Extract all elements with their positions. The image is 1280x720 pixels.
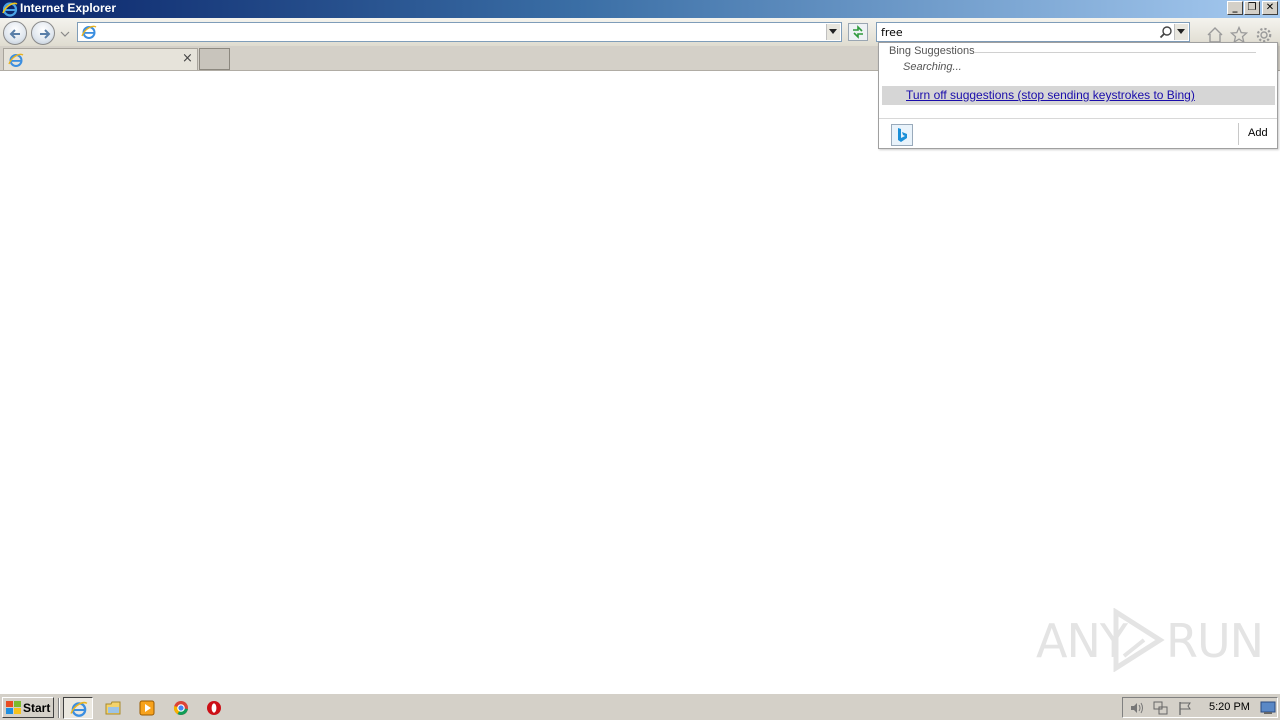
network-icon[interactable] [1153, 700, 1169, 716]
new-tab-button[interactable] [199, 48, 230, 70]
volume-icon[interactable] [1129, 701, 1145, 715]
tab-close-button[interactable]: × [182, 51, 193, 66]
page-favicon-icon [81, 25, 97, 39]
restore-button[interactable]: ❐ [1244, 1, 1260, 15]
chevron-down-icon [829, 29, 837, 34]
minimize-button[interactable]: _ [1227, 1, 1243, 15]
bing-logo-icon [898, 128, 907, 142]
turn-off-suggestions-link[interactable]: Turn off suggestions (stop sending keyst… [906, 88, 1195, 102]
window-title: Internet Explorer [20, 1, 117, 15]
taskbar-file-explorer[interactable] [98, 697, 128, 719]
start-label: Start [23, 701, 51, 715]
action-center-flag-icon[interactable] [1177, 700, 1193, 716]
anyrun-watermark: ANY RUN [1036, 608, 1264, 672]
search-input[interactable] [881, 25, 1151, 40]
clock[interactable]: 5:20 PM [1209, 701, 1250, 713]
opera-icon [207, 701, 221, 715]
header-divider [974, 52, 1256, 53]
folder-icon [105, 701, 121, 715]
close-window-button[interactable]: ✕ [1262, 1, 1278, 15]
search-suggestions-dropdown: Bing Suggestions Searching... Turn off s… [878, 42, 1278, 149]
turn-off-suggestions-row[interactable]: Turn off suggestions (stop sending keyst… [882, 86, 1275, 105]
search-box[interactable] [876, 22, 1190, 42]
title-bar[interactable]: Internet Explorer _ ❐ ✕ [0, 0, 1280, 18]
taskbar: Start 5:20 PM [0, 693, 1280, 720]
add-provider-button[interactable]: Add [1248, 127, 1268, 139]
start-button[interactable]: Start [2, 697, 54, 718]
taskbar-divider [58, 698, 60, 718]
forward-arrow-icon [40, 29, 51, 39]
back-button[interactable] [3, 21, 27, 45]
tab-blank[interactable]: × [3, 48, 198, 70]
suggestions-status: Searching... [903, 61, 962, 73]
play-icon [1113, 608, 1165, 672]
address-bar[interactable] [77, 22, 842, 42]
taskbar-chrome[interactable] [166, 697, 196, 719]
system-tray: 5:20 PM [1122, 697, 1278, 718]
search-icon[interactable] [1159, 25, 1173, 39]
forward-button[interactable] [31, 21, 55, 45]
watermark-text-right: RUN [1166, 614, 1264, 668]
taskbar-media-player[interactable] [132, 697, 162, 719]
search-provider-dropdown[interactable] [1174, 24, 1188, 40]
suggestions-header: Bing Suggestions [889, 45, 975, 57]
chevron-down-icon [1177, 29, 1185, 34]
media-player-icon [139, 700, 155, 716]
refresh-button[interactable] [848, 23, 868, 41]
chrome-icon [173, 701, 188, 716]
taskbar-opera[interactable] [199, 697, 229, 719]
windows-logo-icon [6, 701, 21, 714]
refresh-icon [853, 25, 863, 39]
internet-explorer-icon [70, 701, 88, 717]
taskbar-internet-explorer[interactable] [63, 697, 93, 719]
history-dropdown-icon[interactable] [60, 29, 70, 39]
back-arrow-icon [9, 29, 20, 39]
divider [879, 118, 1277, 119]
divider [1238, 123, 1239, 145]
internet-explorer-icon [8, 53, 24, 67]
bing-provider-button[interactable] [891, 124, 913, 146]
address-dropdown-button[interactable] [826, 24, 840, 40]
show-desktop-icon[interactable] [1260, 701, 1276, 715]
internet-explorer-icon [2, 2, 18, 17]
